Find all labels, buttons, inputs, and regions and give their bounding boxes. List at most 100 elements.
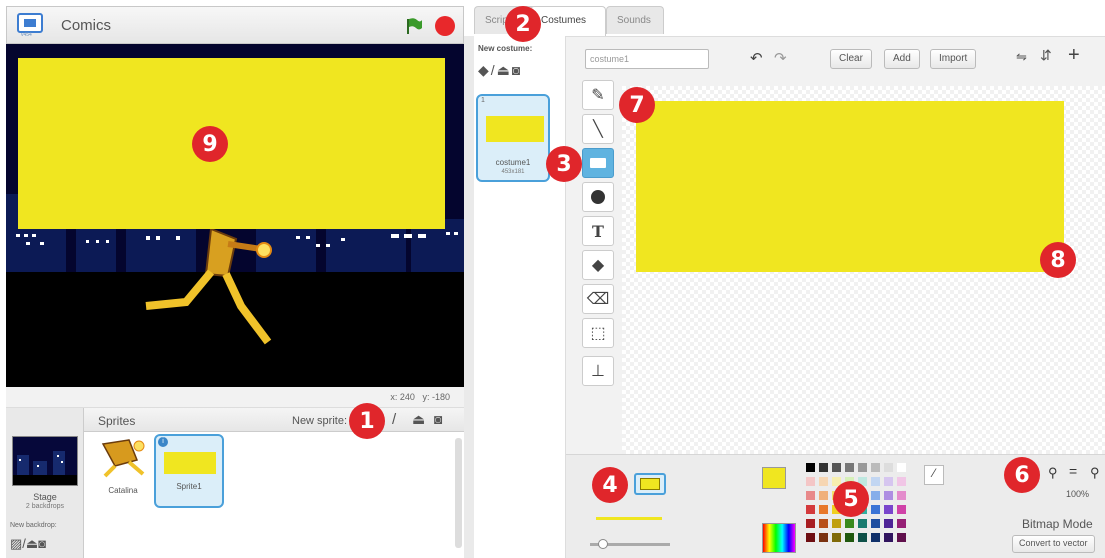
select-tool[interactable]: ⬚: [582, 318, 614, 348]
palette-swatch[interactable]: [897, 519, 906, 528]
paint-sprite-icon[interactable]: /: [392, 411, 396, 428]
callout-8: 8: [1040, 242, 1076, 278]
palette-swatch[interactable]: [884, 463, 893, 472]
pane-divider[interactable]: [464, 36, 474, 558]
palette-swatch[interactable]: [819, 533, 828, 542]
paint-canvas[interactable]: [622, 86, 1105, 456]
costume-name-input[interactable]: [585, 49, 709, 69]
yellow-rectangle: [636, 101, 1064, 272]
palette-swatch[interactable]: [832, 519, 841, 528]
palette-swatch[interactable]: [897, 477, 906, 486]
palette-swatch[interactable]: [806, 463, 815, 472]
sprite-card-catalina[interactable]: Catalina: [88, 436, 158, 506]
palette-swatch[interactable]: [871, 491, 880, 500]
palette-swatch[interactable]: [806, 519, 815, 528]
zoom-reset-icon[interactable]: =: [1069, 463, 1077, 479]
palette-swatch[interactable]: [897, 533, 906, 542]
costume-item[interactable]: 1 costume1 453x181: [476, 94, 550, 182]
palette-swatch[interactable]: [897, 491, 906, 500]
palette-swatch[interactable]: [832, 463, 841, 472]
primary-color-swatch[interactable]: [762, 467, 786, 489]
palette-swatch[interactable]: [884, 533, 893, 542]
set-center-icon[interactable]: +: [1068, 44, 1080, 67]
palette-swatch[interactable]: [858, 519, 867, 528]
palette-swatch[interactable]: [845, 519, 854, 528]
palette-swatch[interactable]: [897, 505, 906, 514]
palette-swatch[interactable]: [871, 505, 880, 514]
import-button[interactable]: Import: [930, 49, 977, 69]
text-tool[interactable]: T: [582, 216, 614, 246]
palette-swatch[interactable]: [819, 491, 828, 500]
slider-handle[interactable]: [598, 539, 608, 549]
text-icon: T: [592, 221, 604, 241]
rectangle-tool[interactable]: [582, 148, 614, 178]
palette-swatch[interactable]: [845, 463, 854, 472]
sprite-info-icon[interactable]: i: [158, 437, 168, 447]
tab-costumes[interactable]: Costumes: [530, 6, 606, 36]
camera-costume-icon[interactable]: ◙: [512, 62, 522, 78]
palette-swatch[interactable]: [806, 505, 815, 514]
palette-swatch[interactable]: [871, 533, 880, 542]
sprite-card-sprite1[interactable]: i Sprite1: [154, 434, 224, 508]
camera-backdrop-icon[interactable]: ◙: [38, 536, 46, 551]
palette-swatch[interactable]: [819, 463, 828, 472]
flip-vertical-icon[interactable]: ⇵: [1040, 47, 1052, 64]
convert-to-vector-button[interactable]: Convert to vector: [1012, 535, 1095, 553]
palette-swatch[interactable]: [884, 519, 893, 528]
eraser-tool[interactable]: ⌫: [582, 284, 614, 314]
upload-backdrop-icon[interactable]: ⏏: [26, 536, 38, 551]
clear-button[interactable]: Clear: [830, 49, 872, 69]
callout-4: 4: [592, 467, 628, 503]
costume-thumbnail: [486, 116, 544, 142]
palette-swatch[interactable]: [845, 533, 854, 542]
stage-thumbnail[interactable]: [12, 436, 78, 486]
stop-button[interactable]: [435, 16, 455, 36]
backdrop-library-icon[interactable]: ▨: [10, 536, 22, 551]
stage-header: v454 Comics: [6, 6, 464, 44]
camera-sprite-icon[interactable]: ◙: [434, 411, 442, 427]
shape-fill-option[interactable]: [634, 473, 666, 495]
stage-footer: x: 240 y: -180: [6, 387, 464, 407]
palette-swatch[interactable]: [871, 463, 880, 472]
zoom-out-icon[interactable]: ⚲: [1048, 465, 1058, 481]
palette-swatch[interactable]: [832, 533, 841, 542]
stage-canvas[interactable]: [6, 44, 464, 387]
brush-icon: ✎: [591, 87, 605, 104]
palette-swatch[interactable]: [858, 533, 867, 542]
upload-costume-icon[interactable]: ⏏: [497, 62, 512, 78]
presentation-mode-icon[interactable]: v454: [15, 12, 45, 40]
palette-swatch[interactable]: [819, 519, 828, 528]
line-width-slider[interactable]: [590, 539, 670, 549]
palette-swatch[interactable]: [858, 463, 867, 472]
sprite1-thumbnail: [164, 452, 216, 474]
ellipse-tool[interactable]: [582, 182, 614, 212]
palette-swatch[interactable]: [884, 477, 893, 486]
redo-icon[interactable]: ↷: [774, 49, 787, 67]
add-button[interactable]: Add: [884, 49, 920, 69]
palette-swatch[interactable]: [819, 477, 828, 486]
stamp-tool[interactable]: ⊥: [582, 356, 614, 386]
upload-sprite-icon[interactable]: ⏏: [412, 411, 425, 428]
flip-horizontal-icon[interactable]: ⇋: [1016, 49, 1027, 65]
palette-swatch[interactable]: [806, 477, 815, 486]
tab-sounds[interactable]: Sounds: [606, 6, 664, 34]
brush-tool[interactable]: ✎: [582, 80, 614, 110]
sprites-scrollbar[interactable]: [455, 438, 462, 548]
line-tool[interactable]: ╲: [582, 114, 614, 144]
costume-library-icon[interactable]: ◆: [478, 62, 491, 78]
palette-swatch[interactable]: [806, 491, 815, 500]
callout-6: 6: [1004, 457, 1040, 493]
palette-swatch[interactable]: [871, 477, 880, 486]
color-spectrum-button[interactable]: [762, 523, 796, 553]
palette-swatch[interactable]: [897, 463, 906, 472]
eyedropper-icon[interactable]: ⁄: [924, 465, 944, 485]
palette-swatch[interactable]: [806, 533, 815, 542]
green-flag-icon[interactable]: [405, 17, 423, 35]
palette-swatch[interactable]: [871, 519, 880, 528]
palette-swatch[interactable]: [884, 505, 893, 514]
zoom-in-icon[interactable]: ⚲: [1090, 465, 1100, 481]
fill-tool[interactable]: ◆: [582, 250, 614, 280]
palette-swatch[interactable]: [884, 491, 893, 500]
palette-swatch[interactable]: [819, 505, 828, 514]
undo-icon[interactable]: ↶: [750, 49, 763, 67]
